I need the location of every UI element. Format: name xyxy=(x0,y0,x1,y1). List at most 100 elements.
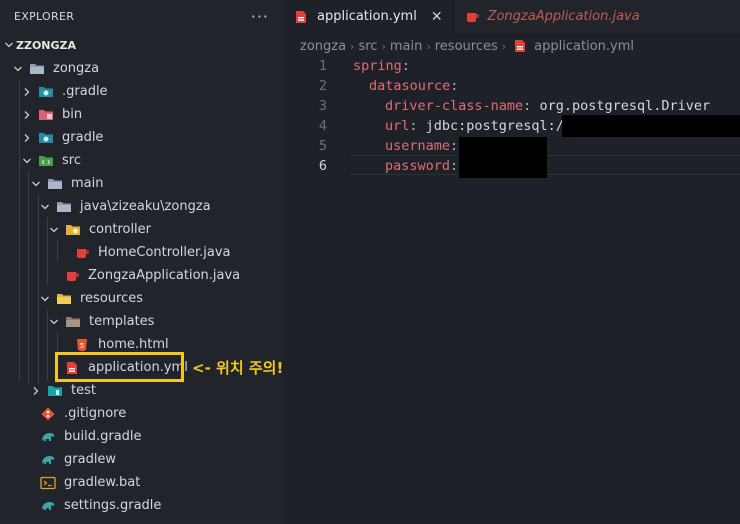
tree-folder-src[interactable]: src xyxy=(0,149,283,172)
yaml-key: spring xyxy=(353,58,402,74)
bin-folder-icon xyxy=(38,107,54,123)
chevron-right-icon: › xyxy=(501,39,507,53)
tree-file-settings-gradle[interactable]: settings.gradle xyxy=(0,494,283,517)
chevron-right-icon: › xyxy=(350,39,355,53)
tree-item-label: bin xyxy=(62,107,83,122)
close-icon[interactable]: ✕ xyxy=(431,9,443,25)
code-line: 5 username: xyxy=(283,136,740,156)
tree-folder-zongza[interactable]: zongza xyxy=(0,57,283,80)
redaction-block xyxy=(459,156,547,178)
breadcrumb-item[interactable]: zongza xyxy=(300,39,346,54)
tree-item-label: HomeController.java xyxy=(98,245,231,260)
workspace-root-label: ZZONGZA xyxy=(16,38,77,52)
chevron-right-icon: › xyxy=(426,39,431,53)
yaml-value: org.postgresql.Driver xyxy=(531,98,711,114)
java-file-icon xyxy=(464,9,480,25)
explorer-title: EXPLORER xyxy=(14,10,75,23)
explorer-sidebar: EXPLORER ··· ZZONGZA zongza .gradle bin … xyxy=(0,0,283,524)
chevron-down-icon xyxy=(20,154,34,168)
tree-file-gitignore[interactable]: .gitignore xyxy=(0,402,283,425)
line-number: 5 xyxy=(318,138,327,154)
controller-folder-icon xyxy=(65,222,81,238)
tree-folder-resources[interactable]: resources xyxy=(0,287,283,310)
tree-item-label: ZongzaApplication.java xyxy=(88,268,241,283)
tree-item-label: main xyxy=(71,176,104,191)
tree-folder-templates[interactable]: templates xyxy=(0,310,283,333)
code-line: 2 datasource: xyxy=(283,76,740,96)
line-number: 6 xyxy=(318,158,327,174)
redaction-block xyxy=(459,137,547,156)
chevron-right-icon: › xyxy=(381,39,386,53)
chevron-right-icon xyxy=(20,131,34,145)
svg-text:5: 5 xyxy=(80,342,84,350)
tab-label: application.yml xyxy=(317,9,417,24)
tab-zongzaapplication-java[interactable]: ZongzaApplication.java xyxy=(454,0,650,33)
breadcrumb-item[interactable]: src xyxy=(358,39,377,54)
tree-folder-gradle[interactable]: gradle xyxy=(0,126,283,149)
tree-item-label: java\zizeaku\zongza xyxy=(80,199,211,214)
chevron-down-icon xyxy=(38,292,52,306)
folder-open-icon xyxy=(47,176,63,192)
yaml-colon: : xyxy=(409,118,418,134)
chevron-down-icon xyxy=(47,315,61,329)
yaml-file-icon xyxy=(293,9,309,25)
html-file-icon: 5 xyxy=(74,337,90,353)
code-line: 4 url: jdbc:postgresql:/ xyxy=(283,115,740,137)
terminal-icon xyxy=(40,475,56,491)
editor-area: application.yml ✕ ZongzaApplication.java… xyxy=(283,0,740,524)
more-actions-icon[interactable]: ··· xyxy=(251,8,269,24)
redaction-block xyxy=(562,115,740,137)
chevron-right-icon xyxy=(20,108,34,122)
tree-file-gradlew[interactable]: gradlew xyxy=(0,448,283,471)
tree-item-label: test xyxy=(71,383,96,398)
tree-folder-controller[interactable]: controller xyxy=(0,218,283,241)
git-icon xyxy=(40,406,56,422)
gradle-elephant-icon xyxy=(40,452,56,468)
tab-label: ZongzaApplication.java xyxy=(487,9,640,24)
gradle-elephant-icon xyxy=(40,498,56,514)
yaml-value: jdbc:postgresql:/ xyxy=(417,118,564,134)
tree-item-label: gradle xyxy=(62,130,104,145)
chevron-down-icon xyxy=(47,223,61,237)
yaml-colon: : xyxy=(450,158,459,174)
src-folder-icon xyxy=(38,153,54,169)
breadcrumb-item[interactable]: resources xyxy=(435,39,498,54)
chevron-down-icon xyxy=(38,200,52,214)
tree-file-gradlew-bat[interactable]: gradlew.bat xyxy=(0,471,283,494)
yaml-key: username xyxy=(385,138,451,154)
chevron-down-icon xyxy=(2,38,16,52)
folder-open-icon xyxy=(56,199,72,215)
tree-file-zongzaapplication[interactable]: ZongzaApplication.java xyxy=(0,264,283,287)
code-line: 3 driver-class-name: org.postgresql.Driv… xyxy=(283,96,740,116)
breadcrumb-item[interactable]: main xyxy=(390,39,422,54)
tree-item-label: home.html xyxy=(98,337,169,352)
line-number: 3 xyxy=(318,98,327,114)
java-file-icon xyxy=(64,268,80,284)
tree-folder-main[interactable]: main xyxy=(0,172,283,195)
code-editor[interactable]: 1 spring: 2 datasource: 3 driver-class-n… xyxy=(283,56,740,178)
tree-folder-bin[interactable]: bin xyxy=(0,103,283,126)
tree-folder-java-package[interactable]: java\zizeaku\zongza xyxy=(0,195,283,218)
tree-folder-test[interactable]: test xyxy=(0,379,283,402)
test-folder-icon xyxy=(47,383,63,399)
yaml-colon: : xyxy=(450,138,459,154)
tree-folder-dot-gradle[interactable]: .gradle xyxy=(0,80,283,103)
annotation-highlight-box xyxy=(55,352,184,382)
tree-item-label: gradlew xyxy=(64,452,117,467)
resources-folder-icon xyxy=(56,291,72,307)
tab-application-yml[interactable]: application.yml ✕ xyxy=(283,0,454,33)
folder-open-icon xyxy=(29,61,45,77)
yaml-key: url xyxy=(385,118,410,134)
breadcrumb-item[interactable]: application.yml xyxy=(534,39,634,54)
tree-item-label: zongza xyxy=(53,61,100,76)
chevron-down-icon xyxy=(11,62,25,76)
tree-file-homecontroller[interactable]: HomeController.java xyxy=(0,241,283,264)
tree-item-label: src xyxy=(62,153,81,168)
workspace-root[interactable]: ZZONGZA xyxy=(0,34,283,56)
tab-bar: application.yml ✕ ZongzaApplication.java xyxy=(283,0,740,33)
yaml-colon: : xyxy=(401,58,410,74)
tree-file-build-gradle[interactable]: build.gradle xyxy=(0,425,283,448)
code-line: 1 spring: xyxy=(283,56,740,76)
tree-item-label: controller xyxy=(89,222,152,237)
chevron-right-icon xyxy=(20,85,34,99)
